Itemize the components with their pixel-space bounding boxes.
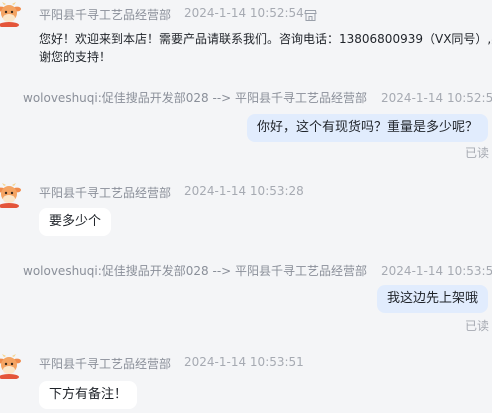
message-time: 2024-1-14 10:53:51 [184,355,304,369]
message-route: woloveshuqi:促佳搜品开发部028 --> 平阳县千寻工艺品经营部 [23,264,368,278]
seller-message-bubble[interactable]: 下方有备注！ [39,381,138,409]
message-time: 2024-1-14 10:52:54 [184,6,304,20]
seller-avatar-icon[interactable] [0,182,22,208]
buyer-message-header: woloveshuqi:促佳搜品开发部028 --> 平阳县千寻工艺品经营部 20… [23,89,492,106]
buyer-message-bubble[interactable]: 你好，这个有现货吗？重量是多少呢？ [246,114,488,142]
seller-avatar-icon[interactable] [0,353,22,379]
sender-name: 平阳县千寻工艺品经营部 [39,357,172,371]
message-time: 2024-1-14 10:53:28 [184,184,304,198]
seller-message-header: 平阳县千寻工艺品经营部 2024-1-14 10:53:28 [0,180,492,208]
seller-message-header: 平阳县千寻工艺品经营部 2024-1-14 10:52:54 [0,1,492,27]
sender-name: 平阳县千寻工艺品经营部 [39,8,172,22]
seller-message-text: 您好！欢迎来到本店！需要产品请联系我们。咨询电话：13806800939（VX同… [39,32,492,64]
store-icon[interactable] [304,7,317,21]
message-time: 2024-1-14 10:52:56 [381,91,492,105]
read-status: 已读 [464,319,489,333]
message-route: woloveshuqi:促佳搜品开发部028 --> 平阳县千寻工艺品经营部 [23,91,368,105]
buyer-message-bubble[interactable]: 我这边先上架哦 [376,285,488,313]
message-time: 2024-1-14 10:53:50 [381,264,492,278]
sender-name: 平阳县千寻工艺品经营部 [39,186,172,200]
buyer-message-header: woloveshuqi:促佳搜品开发部028 --> 平阳县千寻工艺品经营部 20… [23,262,492,279]
read-status: 已读 [464,146,489,160]
seller-message-bubble[interactable]: 要多少个 [39,208,112,236]
seller-message-header: 平阳县千寻工艺品经营部 2024-1-14 10:53:51 [0,351,492,379]
seller-avatar-icon[interactable] [0,1,22,27]
chat-window: 平阳县千寻工艺品经营部 2024-1-14 10:52:54 您好！欢迎来到本店… [0,0,492,413]
